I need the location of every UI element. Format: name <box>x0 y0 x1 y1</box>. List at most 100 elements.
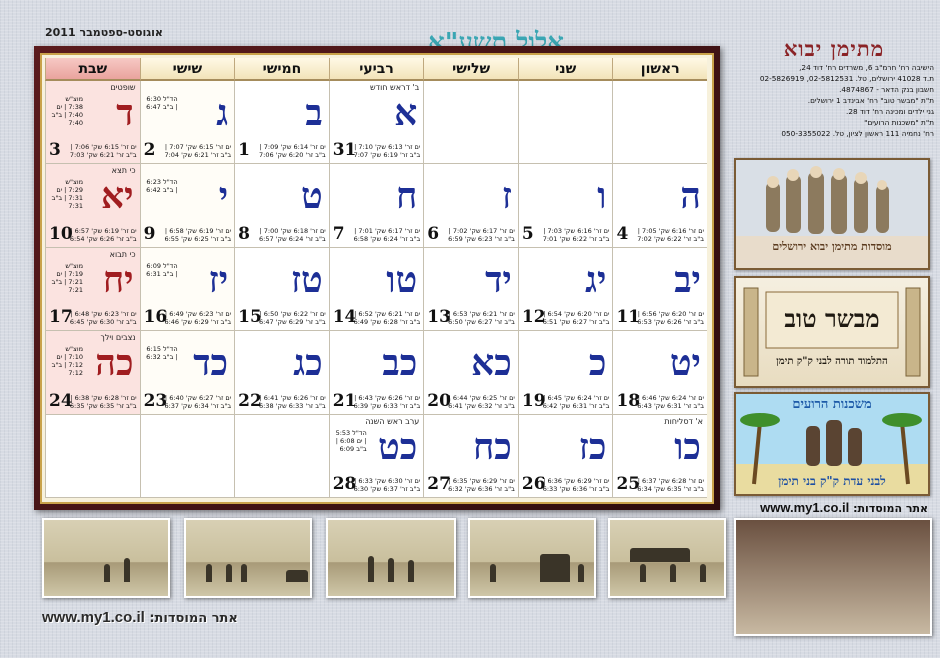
hebrew-date: יב <box>674 258 701 301</box>
zmanim-times: ים זר' 6:16 שק' 7:03 | ב"ב זר' 6:22 שק' … <box>542 226 610 243</box>
gregorian-date: 7 <box>332 223 345 244</box>
day-cell <box>423 81 518 165</box>
photo-2 <box>184 518 312 598</box>
hebrew-date: ב <box>305 92 323 134</box>
gregorian-date: 26 <box>521 474 546 494</box>
day-cell: כז ים זר' 6:29 שק' 6:36 | ב"ב זר' 6:36 שק… <box>517 414 613 498</box>
photo-4 <box>468 518 596 598</box>
hebrew-date: כו <box>674 425 701 468</box>
zmanim-times: ים זר' 6:16 שק' 7:05 | ב"ב זר' 6:22 שק' … <box>637 226 704 243</box>
hebrew-date: כד <box>193 342 229 385</box>
website-bottom[interactable]: אתר המוסדות: www.my1.co.il <box>42 609 238 626</box>
photo-group <box>734 518 932 636</box>
zmanim-times: ים זר' 6:23 שק' 6:49 | ב"ב זר' 6:29 שק' … <box>164 310 232 327</box>
day-cell: כ ים זר' 6:24 שק' 6:45 | ב"ב זר' 6:31 שק'… <box>517 331 613 415</box>
day-note: כי תבוא <box>109 249 136 259</box>
day-cell <box>612 81 707 165</box>
weekday-header: שלישי <box>423 58 518 81</box>
hebrew-date: יא <box>101 175 134 218</box>
zmanim-times: ים זר' 6:26 שק' 6:43 | ב"ב זר' 6:33 שק' … <box>353 393 421 410</box>
gregorian-date: 9 <box>143 223 156 244</box>
zmanim-times: ים זר' 6:24 שק' 6:45 | ב"ב זר' 6:31 שק' … <box>542 393 610 410</box>
gregorian-date: 3 <box>49 140 61 161</box>
day-cell: ח ים זר' 6:17 שק' 7:01 | ב"ב זר' 6:24 שק'… <box>328 164 424 248</box>
zmanim-times: ים זר' 6:14 שק' 7:09 | ב"ב זר' 6:20 שק' … <box>259 143 326 160</box>
calendar-grid: ראשון שני שלישי רביעי חמישי שישי שבת ב' דראש חו… <box>45 58 707 498</box>
hebrew-date: כז <box>578 425 607 468</box>
ad2-title: מבשר טוב <box>784 304 880 333</box>
gregorian-date: 20 <box>427 390 451 411</box>
day-cell <box>139 414 235 498</box>
day-note: ב' דראש חודש <box>370 83 420 92</box>
shabbat-times: הד"ל 6:23 | ב"ב 6:42 <box>146 178 178 195</box>
gregorian-date: 31 <box>332 140 357 161</box>
shabbat-times: הד"ל 6:30 | ב"ב 6:47 <box>146 95 178 111</box>
gregorian-date: 24 <box>49 390 73 411</box>
day-note: א' דסליחות <box>664 416 703 426</box>
shabbat-times: מוצ"ש 7:29 | ים 7:31 | ב"ב 7:31 <box>51 178 84 211</box>
day-cell: יט ים זר' 6:24 שק' 6:46 | ב"ב זר' 6:31 שק… <box>612 331 707 415</box>
hebrew-date: יט <box>669 342 701 385</box>
shabbat-times: מוצ"ש 7:38 | ים 7:40 | ב"ב 7:40 <box>51 95 84 127</box>
gregorian-date: 18 <box>616 390 641 411</box>
gregorian-date: 14 <box>332 307 357 328</box>
hebrew-date: כא <box>471 342 512 385</box>
organization-info-line: חשבון בנק הדאר - 4874867. <box>839 85 934 94</box>
zmanim-times: ים זר' 6:21 שק' 6:53 | ב"ב זר' 6:27 שק' … <box>448 310 515 327</box>
day-note: כי תצא <box>111 166 136 176</box>
hebrew-date: ו <box>597 175 607 218</box>
shabbat-times: מוצ"ש 7:10 | ים 7:12 | ב"ב 7:12 <box>51 345 84 378</box>
hebrew-date: כג <box>293 342 323 385</box>
weekday-header: ראשון <box>612 58 707 81</box>
gregorian-date: 15 <box>238 307 262 328</box>
day-cell: ב ים זר' 6:14 שק' 7:09 | ב"ב זר' 6:20 שק'… <box>234 81 329 165</box>
shabbat-times: הד"ל 6:09 | ב"ב 6:31 <box>146 261 178 278</box>
website-bottom-url[interactable]: www.my1.co.il <box>42 609 145 626</box>
day-cell: כב ים זר' 6:26 שק' 6:43 | ב"ב זר' 6:33 שק… <box>328 331 424 415</box>
day-cell: ט ים זר' 6:18 שק' 7:00 | ב"ב זר' 6:24 שק'… <box>234 164 329 248</box>
zmanim-times: ים זר' 6:15 שק' 7:07 | ב"ב זר' 6:21 שק' … <box>164 143 232 160</box>
gregorian-date: 17 <box>49 307 73 328</box>
gregorian-date: 2 <box>143 140 156 161</box>
day-cell: כי תבוא יח ים זר' 6:23 שק' 6:48 | ב"ב זר' … <box>45 247 140 332</box>
website-url[interactable]: www.my1.co.il <box>760 500 849 515</box>
weekday-header: חמישי <box>234 58 329 81</box>
day-cell: ב' דראש חודש א ים זר' 6:13 שק' 7:10 | ב"ב … <box>328 81 424 165</box>
ad3-subtitle: לבני עדת ק"ק בני תימן <box>778 474 886 488</box>
ad3-title: משכנות הרועים <box>792 397 872 412</box>
organization-info-line: ת"ת "מבשר טוב" רח' אבינדב 1 ירושלים. <box>807 96 934 105</box>
zmanim-times: ים זר' 6:20 שק' 6:56 | ב"ב זר' 6:26 שק' … <box>637 310 704 327</box>
ad-mevaser-tov: מבשר טוב התלמוד תורה לבני ק"ק תימן <box>734 276 930 388</box>
hebrew-date: כט <box>377 425 418 468</box>
day-cell: נצבים וילך כה ים זר' 6:28 שק' 6:38 | ב"ב ז… <box>45 331 140 415</box>
zmanim-times: ים זר' 6:20 שק' 6:54 | ב"ב זר' 6:27 שק' … <box>542 310 610 327</box>
hebrew-date: ג <box>216 92 229 134</box>
hebrew-date: יז <box>208 258 229 301</box>
shabbat-times: הד"ל 6:15 | ב"ב 6:32 <box>146 345 178 362</box>
zmanim-times: ים זר' 6:29 שק' 6:35 | ב"ב זר' 6:36 שק' … <box>448 477 515 493</box>
gregorian-date: 28 <box>332 474 357 494</box>
organization-info-line: ת.ד 41028 ירושלים, טל. 02-5812531, 02-58… <box>759 74 934 83</box>
hebrew-date: טז <box>290 258 323 301</box>
gregorian-date: 11 <box>616 307 641 328</box>
hebrew-date: טו <box>386 258 418 301</box>
zmanim-times: ים זר' 6:13 שק' 7:10 | ב"ב זר' 6:19 שק' … <box>353 143 421 160</box>
gregorian-date: 10 <box>49 223 73 244</box>
gregorian-date: 23 <box>143 390 168 411</box>
zmanim-times: ים זר' 6:27 שק' 6:40 | ב"ב זר' 6:34 שק' … <box>164 393 232 410</box>
ad1-text: מוסדות מתימן יבוא ירושלים <box>772 240 892 253</box>
gregorian-date: 6 <box>427 223 440 244</box>
day-cell: שופטים ד ים זר' 6:15 שק' 7:06 | ב"ב זר' 6:… <box>45 81 140 165</box>
gregorian-date: 25 <box>616 474 641 494</box>
weekday-header: שבת <box>45 58 140 81</box>
organization-info-line: רח' נחמיה 111 ראשון לציון, טל. 050-33550… <box>781 129 934 138</box>
website-right[interactable]: אתר המוסדות: www.my1.co.il <box>760 500 928 515</box>
day-note: נצבים וילך <box>100 333 136 343</box>
day-cell <box>234 414 329 498</box>
hebrew-date: כה <box>95 342 134 385</box>
gregorian-date: 22 <box>238 390 262 411</box>
gregorian-date: 21 <box>332 390 357 411</box>
zmanim-times: ים זר' 6:21 שק' 6:52 | ב"ב זר' 6:28 שק' … <box>353 310 421 327</box>
hebrew-date: א <box>394 92 418 134</box>
hebrew-date: יד <box>485 258 512 301</box>
